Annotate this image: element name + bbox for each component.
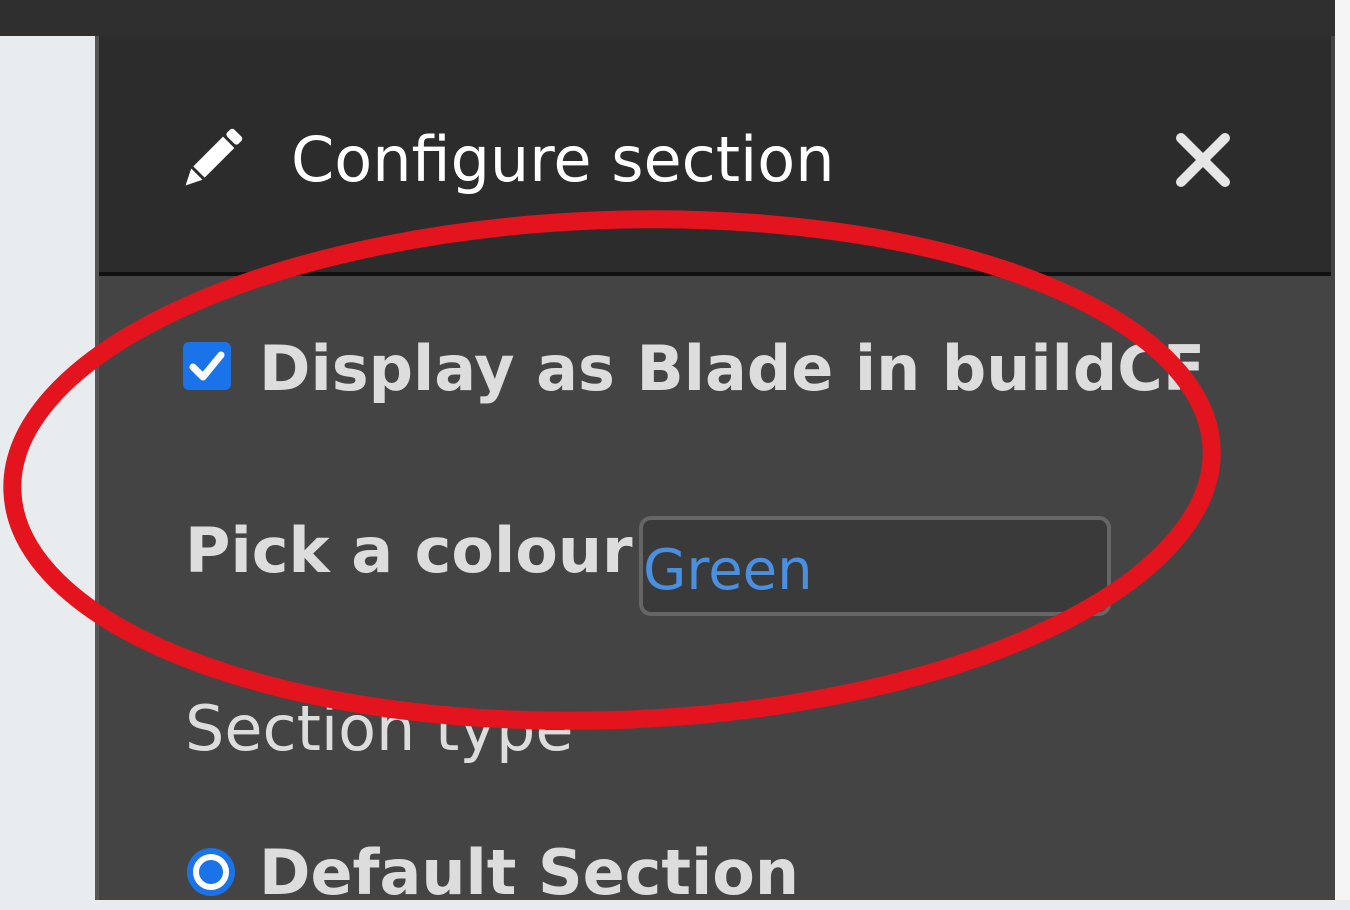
checkmark-icon xyxy=(189,351,225,381)
section-type-label: Section type xyxy=(185,692,574,765)
top-bar xyxy=(0,0,1350,36)
pencil-icon xyxy=(185,128,243,186)
colour-label: Pick a colour xyxy=(185,514,633,587)
radio-default-section[interactable] xyxy=(187,848,235,896)
blade-checkbox[interactable] xyxy=(183,342,231,390)
configure-section-panel: Configure section Display as Blade in bu… xyxy=(95,36,1335,909)
page-background xyxy=(0,36,95,900)
panel-title: Configure section xyxy=(291,123,835,196)
scrollbar-track[interactable] xyxy=(1335,0,1350,900)
radio-default-section-label[interactable]: Default Section xyxy=(259,836,799,910)
panel-header: Configure section xyxy=(99,36,1331,276)
colour-input[interactable] xyxy=(639,516,1111,616)
close-icon[interactable] xyxy=(1167,124,1239,196)
blade-checkbox-label[interactable]: Display as Blade in buildCF xyxy=(259,332,1205,406)
